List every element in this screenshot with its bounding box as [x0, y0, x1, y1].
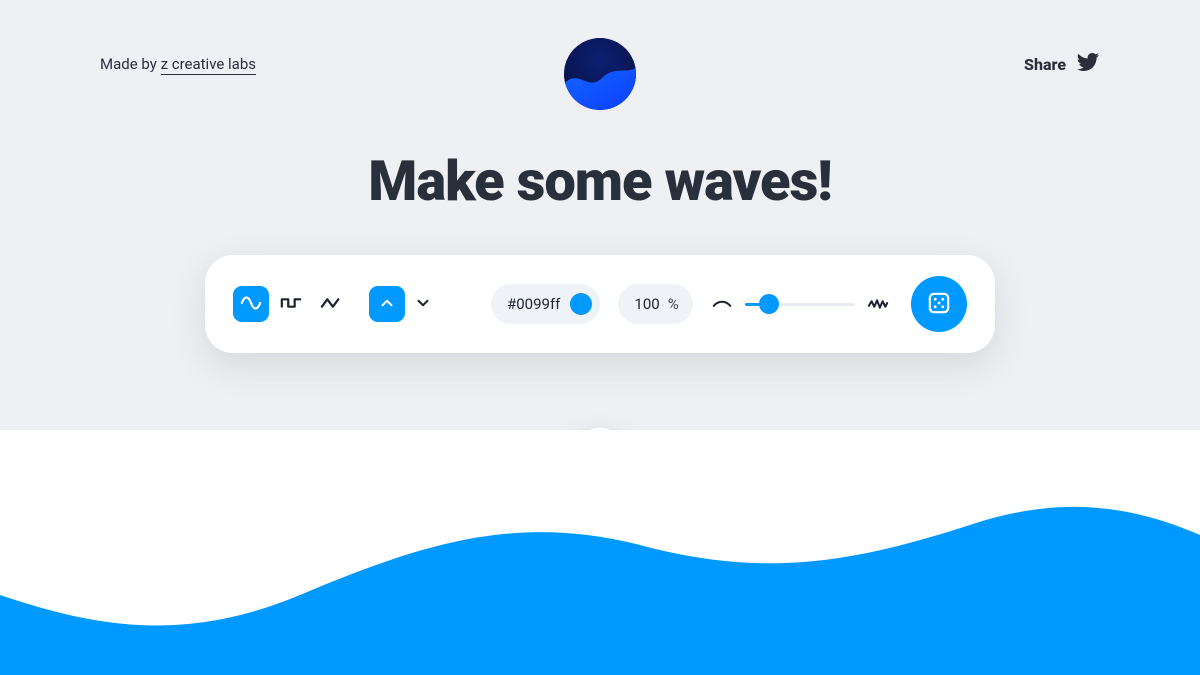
flip-up-button[interactable]	[369, 286, 405, 322]
shape-sine-button[interactable]	[233, 286, 269, 322]
color-chip[interactable]: #0099ff	[491, 284, 600, 324]
page-title: Make some waves!	[0, 148, 1200, 214]
opacity-chip[interactable]: 100 %	[618, 284, 692, 324]
slider-thumb[interactable]	[759, 294, 779, 314]
app-logo	[564, 38, 636, 110]
opacity-value: 100	[634, 295, 659, 313]
share-button[interactable]: Share	[1024, 50, 1100, 78]
shape-square-button[interactable]	[273, 286, 309, 322]
twitter-icon	[1076, 50, 1100, 78]
control-panel: #0099ff 100 %	[205, 255, 995, 353]
dice-icon	[926, 290, 952, 319]
wave-preview	[0, 430, 1200, 675]
share-label: Share	[1024, 55, 1066, 74]
complexity-slider-zone	[711, 293, 889, 315]
flip-group	[369, 286, 441, 322]
complexity-slider[interactable]	[745, 294, 855, 314]
flip-down-button[interactable]	[405, 286, 441, 322]
opacity-unit: %	[668, 295, 679, 313]
wave-shape-group	[233, 286, 349, 322]
chevron-up-icon	[378, 294, 396, 315]
color-hex-value: #0099ff	[507, 295, 560, 313]
square-wave-icon	[280, 292, 302, 317]
high-complexity-icon	[867, 293, 889, 315]
low-complexity-icon	[711, 293, 733, 315]
chevron-down-icon	[414, 294, 432, 315]
shape-triangle-button[interactable]	[313, 286, 349, 322]
credit-link[interactable]: z creative labs	[161, 55, 256, 75]
randomize-button[interactable]	[911, 276, 967, 332]
credit: Made by z creative labs	[100, 55, 256, 73]
color-swatch	[570, 293, 592, 315]
credit-prefix: Made by	[100, 55, 161, 73]
sine-wave-icon	[240, 292, 262, 317]
triangle-wave-icon	[320, 292, 342, 317]
